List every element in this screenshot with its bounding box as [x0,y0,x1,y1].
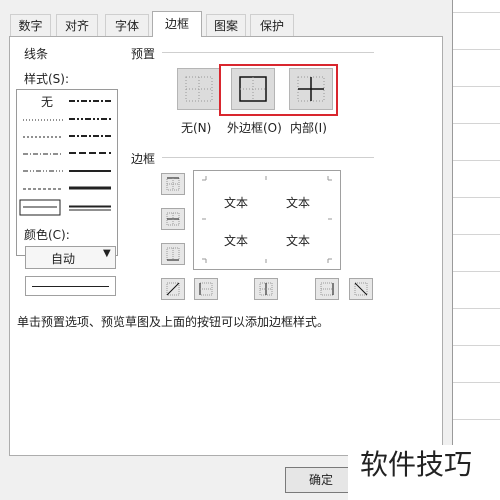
preview-text: 文本 [224,234,249,248]
border-preview[interactable]: 文本 文本 文本 文本 [193,170,341,270]
preset-none-button[interactable] [177,68,221,110]
watermark: 软件技巧 [348,445,500,500]
border-inner-horizontal-button[interactable] [161,208,185,230]
tab-font[interactable]: 字体 [105,14,149,36]
preset-inside-label: 内部(I) [290,121,327,135]
color-dropdown[interactable]: 自动 ▼ [25,246,116,269]
spreadsheet-background [453,0,500,500]
tab-alignment[interactable]: 对齐 [56,14,98,36]
border-left-button[interactable] [194,278,218,300]
tab-number[interactable]: 数字 [10,14,51,36]
preview-corner-marks [202,176,332,263]
border-inner-horizontal-icon [166,212,180,226]
ok-button[interactable]: 确定 [285,467,357,493]
preset-title: 预置 [131,47,156,61]
border-bottom-button[interactable] [161,243,185,265]
line-preview [25,276,116,296]
border-title: 边框 [131,152,156,166]
diagonal-up-icon [166,282,180,296]
preset-outline-label: 外边框(O) [227,121,282,135]
color-value: 自动 [51,252,76,266]
diagonal-down-icon [354,282,368,296]
tab-pattern[interactable]: 图案 [206,14,246,36]
style-label: 样式(S): [24,72,70,86]
format-cells-dialog: 数字 对齐 字体 边框 图案 保护 线条 样式(S): 无 颜色(C): 自动 … [0,0,453,500]
color-label: 颜色(C): [24,228,70,242]
border-diagonal-up-button[interactable] [161,278,185,300]
border-diagonal-down-button[interactable] [349,278,373,300]
border-bottom-icon [166,247,180,261]
preview-text: 文本 [286,196,311,210]
preset-none-label: 无(N) [181,121,212,135]
preview-text: 文本 [224,196,249,210]
tab-border[interactable]: 边框 [152,11,202,37]
hint-text: 单击预置选项、预览草图及上面的按钮可以添加边框样式。 [17,315,330,329]
border-right-button[interactable] [315,278,339,300]
preview-text: 文本 [286,234,311,248]
tab-bar: 数字 对齐 字体 边框 图案 保护 [0,0,452,37]
tab-protection[interactable]: 保护 [250,14,294,36]
line-group-title: 线条 [24,47,49,61]
preset-none-icon [185,76,213,102]
border-top-icon [166,177,180,191]
border-right-icon [320,282,334,296]
border-left-icon [199,282,213,296]
border-inner-vertical-icon [259,282,273,296]
highlight-box [219,64,338,116]
chevron-down-icon: ▼ [103,248,111,259]
border-inner-vertical-button[interactable] [254,278,278,300]
border-top-button[interactable] [161,173,185,195]
